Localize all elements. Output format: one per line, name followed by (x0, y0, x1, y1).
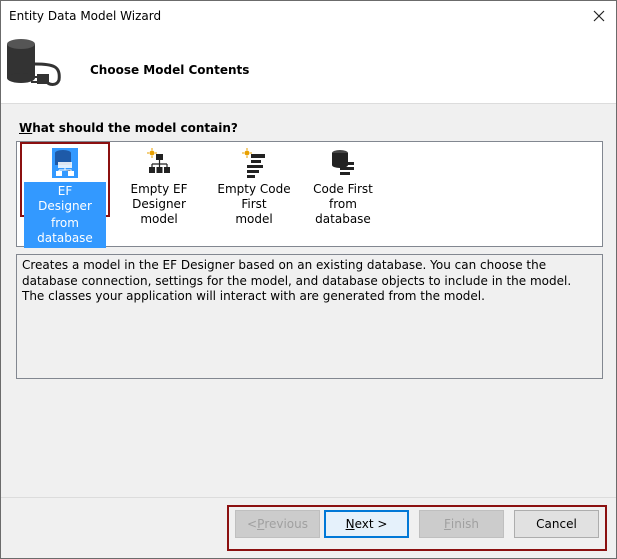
wizard-header: Choose Model Contents (1, 32, 616, 104)
wizard-window: Entity Data Model Wizard Choose Model Co… (0, 0, 617, 559)
model-choices-list: EF Designer from database Empty EF Designe… (16, 141, 603, 248)
title-bar[interactable]: Entity Data Model Wizard (1, 1, 616, 32)
close-icon[interactable] (582, 1, 616, 31)
window-title: Entity Data Model Wizard (9, 9, 162, 23)
code-first-database-icon (332, 150, 354, 175)
model-contents-label: What should the model contain? (19, 121, 238, 135)
finish-button[interactable]: Finish (419, 510, 504, 538)
empty-code-first-icon (242, 148, 265, 178)
database-connection-icon (7, 39, 61, 86)
mnemonic: W (19, 121, 33, 135)
choice-ef-designer-from-database[interactable]: EF Designer from database (20, 142, 110, 248)
choice-label-line2: model (235, 212, 273, 226)
choice-label-line1: EF Designer (27, 183, 103, 215)
choice-empty-ef-designer-model[interactable]: Empty EF Designer model (112, 144, 206, 226)
choice-label-line2: database (315, 212, 371, 226)
choice-label-line1: Empty Code First (217, 182, 291, 211)
choice-code-first-from-database[interactable]: Code First from database (301, 144, 385, 226)
footer-divider (1, 497, 616, 498)
choice-label-line1: Code First from (313, 182, 373, 211)
choice-label-line2: Designer model (132, 197, 186, 226)
question-text: hat should the model contain? (32, 121, 238, 135)
choice-empty-code-first-model[interactable]: Empty Code First model (204, 144, 304, 226)
page-title: Choose Model Contents (90, 63, 250, 77)
empty-ef-designer-icon (147, 148, 170, 173)
choice-label-line1: Empty EF (130, 182, 188, 196)
choice-description: Creates a model in the EF Designer based… (16, 254, 603, 379)
ef-designer-database-icon (52, 148, 78, 178)
previous-button[interactable]: < Previous (235, 510, 320, 538)
choice-label-line2: from database (27, 215, 103, 247)
cancel-button[interactable]: Cancel (514, 510, 599, 538)
next-button[interactable]: Next > (324, 510, 409, 538)
